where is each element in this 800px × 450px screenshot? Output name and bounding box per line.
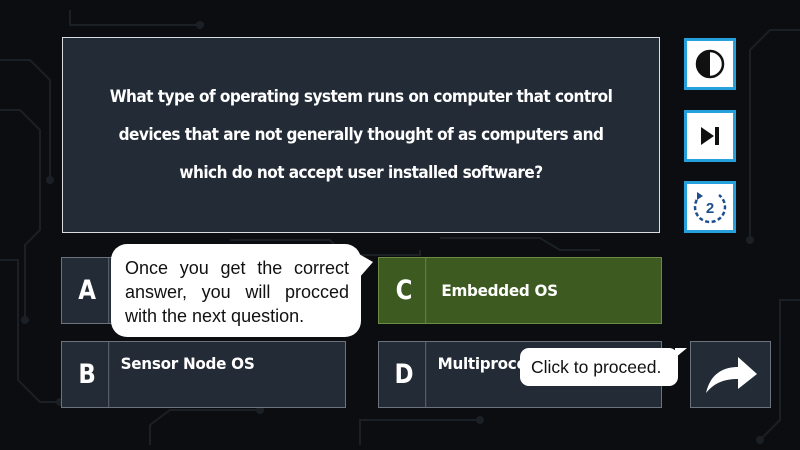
option-a[interactable]: A (61, 257, 116, 324)
skip-button[interactable] (684, 110, 736, 162)
proceed-tooltip: Click to proceed. (520, 348, 687, 386)
retry-counter-icon: 2 (693, 192, 727, 224)
tooltip-tail (675, 348, 687, 358)
option-b[interactable]: B Sensor Node OS (61, 341, 346, 408)
option-b-text: Sensor Node OS (120, 354, 255, 373)
proceed-tooltip-text: Click to proceed. (531, 357, 662, 377)
contrast-button[interactable] (684, 38, 736, 90)
question-text: What type of operating system runs on co… (109, 87, 613, 183)
forward-arrow-icon (705, 356, 757, 393)
option-b-letter: B (66, 342, 110, 407)
retry-count: 2 (706, 200, 714, 217)
next-button[interactable] (690, 341, 771, 408)
contrast-icon (695, 49, 725, 79)
skip-next-icon (701, 127, 719, 145)
option-d-text: Multiproce (437, 354, 527, 373)
option-c[interactable]: C Embedded OS (378, 257, 662, 324)
tooltip-tail (359, 254, 373, 278)
retry-button[interactable]: 2 (684, 181, 736, 233)
option-a-letter: A (66, 258, 110, 323)
option-c-letter: C (383, 258, 427, 323)
question-panel: What type of operating system runs on co… (62, 37, 660, 233)
option-d-letter: D (383, 342, 427, 407)
correct-answer-tooltip: Once you get the correct answer, you wil… (111, 244, 373, 337)
option-c-text: Embedded OS (441, 281, 558, 300)
correct-answer-tooltip-text: Once you get the correct answer, you wil… (125, 258, 349, 326)
